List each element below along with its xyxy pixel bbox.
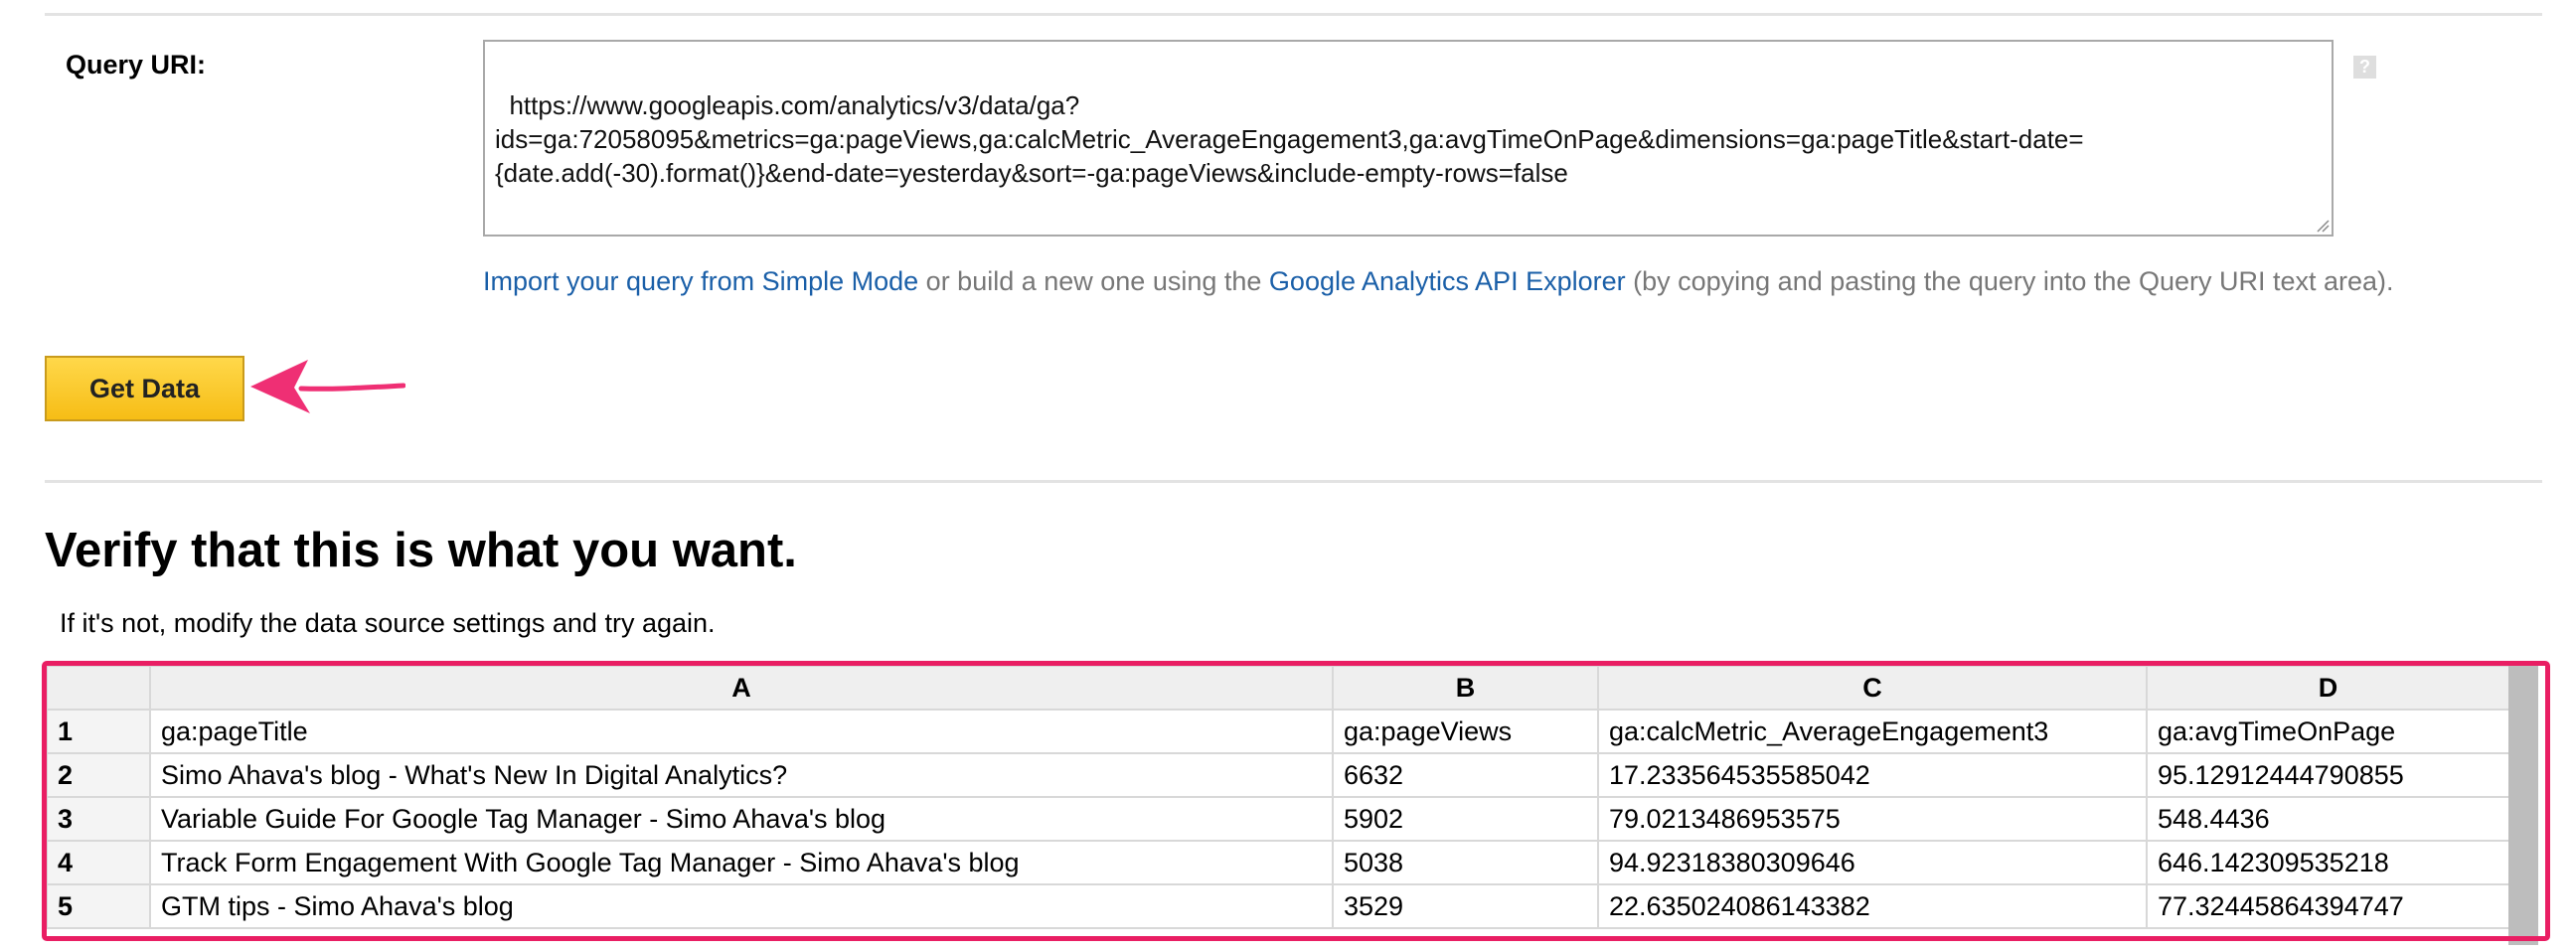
query-uri-textarea[interactable]: https://www.googleapis.com/analytics/v3/… (483, 40, 2334, 237)
query-uri-label: Query URI: (66, 50, 207, 79)
section-divider (45, 480, 2542, 483)
highlight-box (42, 661, 2550, 941)
verify-subtitle: If it's not, modify the data source sett… (60, 608, 716, 638)
top-divider (45, 13, 2542, 16)
pointer-arrow-icon (250, 360, 405, 413)
help-icon[interactable]: ? (2353, 56, 2376, 79)
verify-heading: Verify that this is what you want. (45, 524, 797, 577)
query-uri-value[interactable]: https://www.googleapis.com/analytics/v3/… (495, 90, 2084, 188)
resize-grip-icon[interactable] (2316, 219, 2330, 233)
get-data-button[interactable]: Get Data (45, 356, 244, 421)
help-text-middle: or build a new one using the (918, 266, 1269, 296)
query-help-text: Import your query from Simple Mode or bu… (483, 266, 2394, 297)
help-text-tail: (by copying and pasting the query into t… (1625, 266, 2394, 296)
api-explorer-link[interactable]: Google Analytics API Explorer (1269, 266, 1626, 296)
import-simple-mode-link[interactable]: Import your query from Simple Mode (483, 266, 918, 296)
